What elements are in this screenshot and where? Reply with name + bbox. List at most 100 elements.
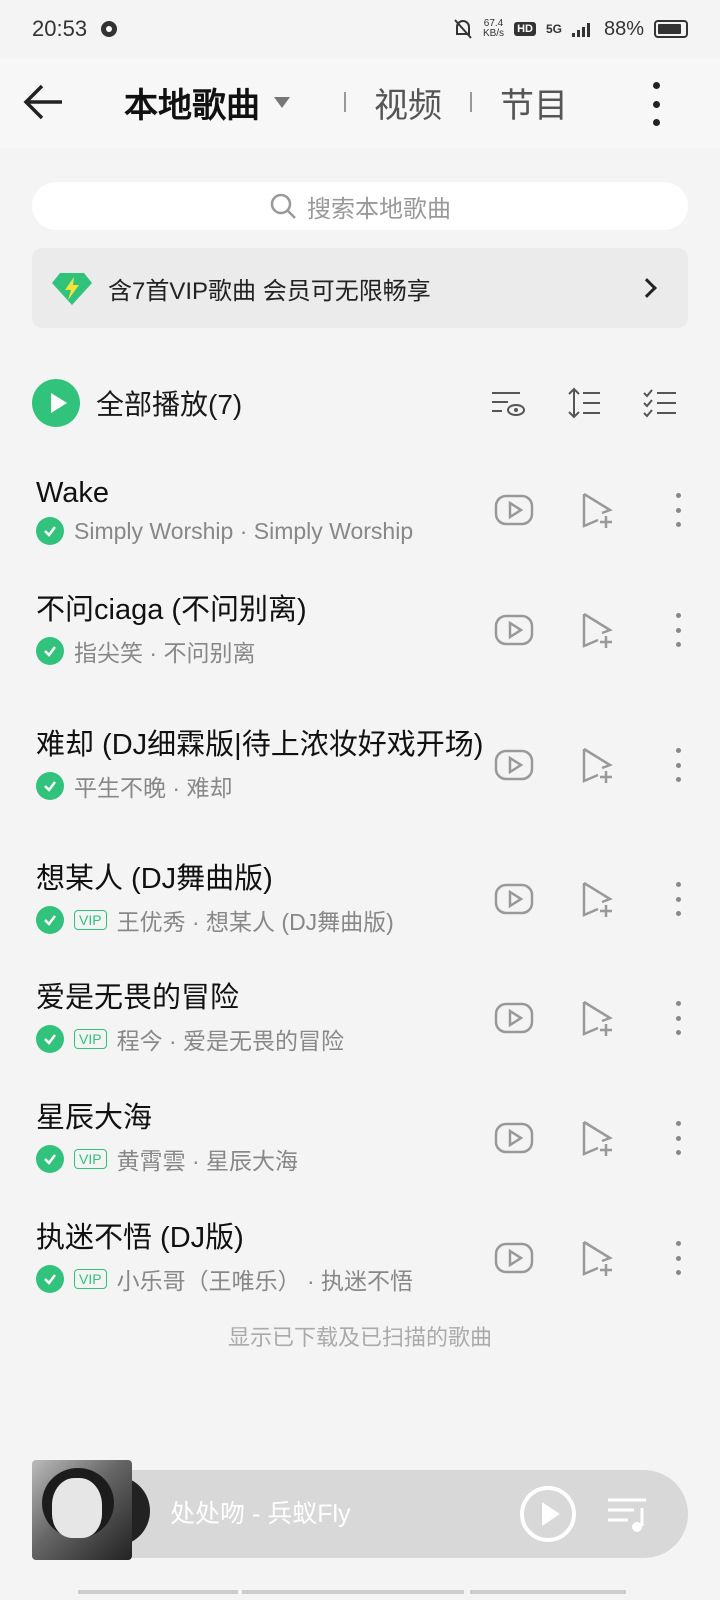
network-speed: 67.4 KB/s [482, 18, 505, 39]
song-row[interactable]: 不问ciaga (不问别离) 指尖笑 · 不问别离 [0, 570, 720, 690]
song-row[interactable]: 星辰大海 VIP 黄霄雲 · 星辰大海 [0, 1078, 720, 1198]
song-actions [492, 743, 688, 787]
search-placeholder: 搜索本地歌曲 [307, 195, 451, 223]
song-row[interactable]: 想某人 (DJ舞曲版) VIP 王优秀 · 想某人 (DJ舞曲版) [0, 840, 720, 958]
diamond-lightning-icon [52, 273, 92, 305]
downloaded-check-icon [36, 1145, 64, 1173]
song-more-icon[interactable] [668, 613, 688, 647]
tab-videos[interactable]: 视频 [374, 78, 442, 127]
add-to-playlist-icon[interactable] [576, 996, 620, 1040]
header: 本地歌曲 视频 节目 [0, 58, 720, 148]
song-row[interactable]: Wake Simply Worship · Simply Worship [0, 450, 720, 570]
mv-play-icon[interactable] [492, 1116, 536, 1160]
song-more-icon[interactable] [668, 1121, 688, 1155]
add-to-playlist-icon[interactable] [576, 877, 620, 921]
downloaded-check-icon [36, 1265, 64, 1293]
song-info: 爱是无畏的冒险 VIP 程今 · 爱是无畏的冒险 [36, 980, 492, 1056]
song-title: Wake [36, 477, 110, 509]
hd-badge: HD [514, 22, 536, 36]
tab-bar: 本地歌曲 视频 节目 [124, 76, 568, 128]
song-subtitle-row: Simply Worship · Simply Worship [36, 517, 492, 545]
song-actions [492, 608, 688, 652]
filter-view-icon[interactable] [490, 385, 526, 421]
vip-tag: VIP [74, 910, 107, 930]
vip-banner[interactable]: 含7首VIP歌曲 会员可无限畅享 [32, 248, 688, 328]
song-more-icon[interactable] [668, 748, 688, 782]
mv-play-icon[interactable] [492, 1236, 536, 1280]
song-artist-album: Simply Worship · Simply Worship [74, 517, 414, 544]
play-all-button[interactable] [32, 379, 80, 427]
song-title: 爱是无畏的冒险 [36, 982, 240, 1014]
song-more-icon[interactable] [668, 1001, 688, 1035]
song-actions [492, 1236, 688, 1280]
song-subtitle-row: VIP 程今 · 爱是无畏的冒险 [36, 1022, 492, 1056]
song-more-icon[interactable] [668, 1241, 688, 1275]
tab-programs[interactable]: 节目 [500, 78, 568, 127]
song-actions [492, 488, 688, 532]
song-list: Wake Simply Worship · Simply Worship 不问c… [0, 450, 720, 1318]
song-actions [492, 996, 688, 1040]
more-options-icon[interactable] [644, 82, 668, 126]
add-to-playlist-icon[interactable] [576, 743, 620, 787]
downloaded-check-icon [36, 906, 64, 934]
signal-5g: 5G [545, 22, 562, 36]
add-to-playlist-icon[interactable] [576, 1236, 620, 1280]
mv-play-icon[interactable] [492, 608, 536, 652]
add-to-playlist-icon[interactable] [576, 1116, 620, 1160]
dropdown-arrow-icon[interactable] [274, 96, 290, 108]
song-actions [492, 1116, 688, 1160]
song-artist-album: 王优秀 · 想某人 (DJ舞曲版) [116, 909, 394, 935]
song-info: 星辰大海 VIP 黄霄雲 · 星辰大海 [36, 1100, 492, 1176]
downloaded-check-icon [36, 517, 64, 545]
song-more-icon[interactable] [668, 493, 688, 527]
status-bar: 20:53 67.4 KB/s HD 5G 88% [0, 0, 720, 58]
tab-divider [470, 92, 472, 112]
song-artist-album: 程今 · 爱是无畏的冒险 [116, 1028, 345, 1054]
battery-percent: 88% [603, 17, 644, 40]
song-title: 难却 (DJ细霖版|待上浓妆好戏开场) [36, 729, 484, 761]
song-row[interactable]: 爱是无畏的冒险 VIP 程今 · 爱是无畏的冒险 [0, 958, 720, 1078]
vip-banner-text: 含7首VIP歌曲 会员可无限畅享 [108, 277, 431, 305]
playlist-icon[interactable] [606, 1494, 650, 1534]
song-info: 执迷不悟 (DJ版) VIP 小乐哥（王唯乐） · 执迷不悟 [36, 1220, 492, 1296]
mv-play-icon[interactable] [492, 743, 536, 787]
signal-icon [571, 23, 590, 37]
multi-select-icon[interactable] [642, 385, 678, 421]
add-to-playlist-icon[interactable] [576, 488, 620, 532]
song-subtitle-row: VIP 王优秀 · 想某人 (DJ舞曲版) [36, 903, 492, 937]
now-playing-title[interactable]: 处处吻 - 兵蚁Fly [170, 1494, 351, 1530]
back-arrow-icon[interactable] [22, 80, 66, 124]
mv-play-icon[interactable] [492, 996, 536, 1040]
play-all-label[interactable]: 全部播放(7) [96, 383, 490, 423]
search-input[interactable]: 搜索本地歌曲 [32, 182, 688, 230]
player-play-button[interactable] [520, 1486, 576, 1542]
song-info: Wake Simply Worship · Simply Worship [36, 475, 492, 545]
footer-hint: 显示已下载及已扫描的歌曲 [227, 1325, 492, 1350]
tab-divider [344, 92, 346, 112]
song-info: 想某人 (DJ舞曲版) VIP 王优秀 · 想某人 (DJ舞曲版) [36, 861, 492, 937]
song-subtitle-row: VIP 小乐哥（王唯乐） · 执迷不悟 [36, 1262, 492, 1296]
battery-icon [654, 20, 688, 38]
song-subtitle-row: VIP 黄霄雲 · 星辰大海 [36, 1142, 492, 1176]
song-subtitle-row: 平生不晚 · 难却 [36, 769, 492, 803]
downloaded-check-icon [36, 772, 64, 800]
add-to-playlist-icon[interactable] [576, 608, 620, 652]
album-cover[interactable] [32, 1460, 132, 1560]
song-row[interactable]: 执迷不悟 (DJ版) VIP 小乐哥（王唯乐） · 执迷不悟 [0, 1198, 720, 1318]
song-title: 执迷不悟 (DJ版) [36, 1222, 244, 1254]
progress-segment [470, 1590, 626, 1594]
downloaded-check-icon [36, 637, 64, 665]
song-info: 不问ciaga (不问别离) 指尖笑 · 不问别离 [36, 592, 492, 668]
song-subtitle-row: 指尖笑 · 不问别离 [36, 634, 492, 668]
vip-tag: VIP [74, 1269, 107, 1289]
song-info: 难却 (DJ细霖版|待上浓妆好戏开场) 平生不晚 · 难却 [36, 727, 492, 803]
mv-play-icon[interactable] [492, 488, 536, 532]
vip-tag: VIP [74, 1029, 107, 1049]
tab-local-songs[interactable]: 本地歌曲 [124, 78, 260, 127]
song-more-icon[interactable] [668, 882, 688, 916]
song-row[interactable]: 难却 (DJ细霖版|待上浓妆好戏开场) 平生不晚 · 难却 [0, 690, 720, 840]
play-icon [541, 1502, 560, 1526]
song-artist-album: 小乐哥（王唯乐） · 执迷不悟 [116, 1268, 414, 1294]
sort-icon[interactable] [566, 385, 602, 421]
mv-play-icon[interactable] [492, 877, 536, 921]
